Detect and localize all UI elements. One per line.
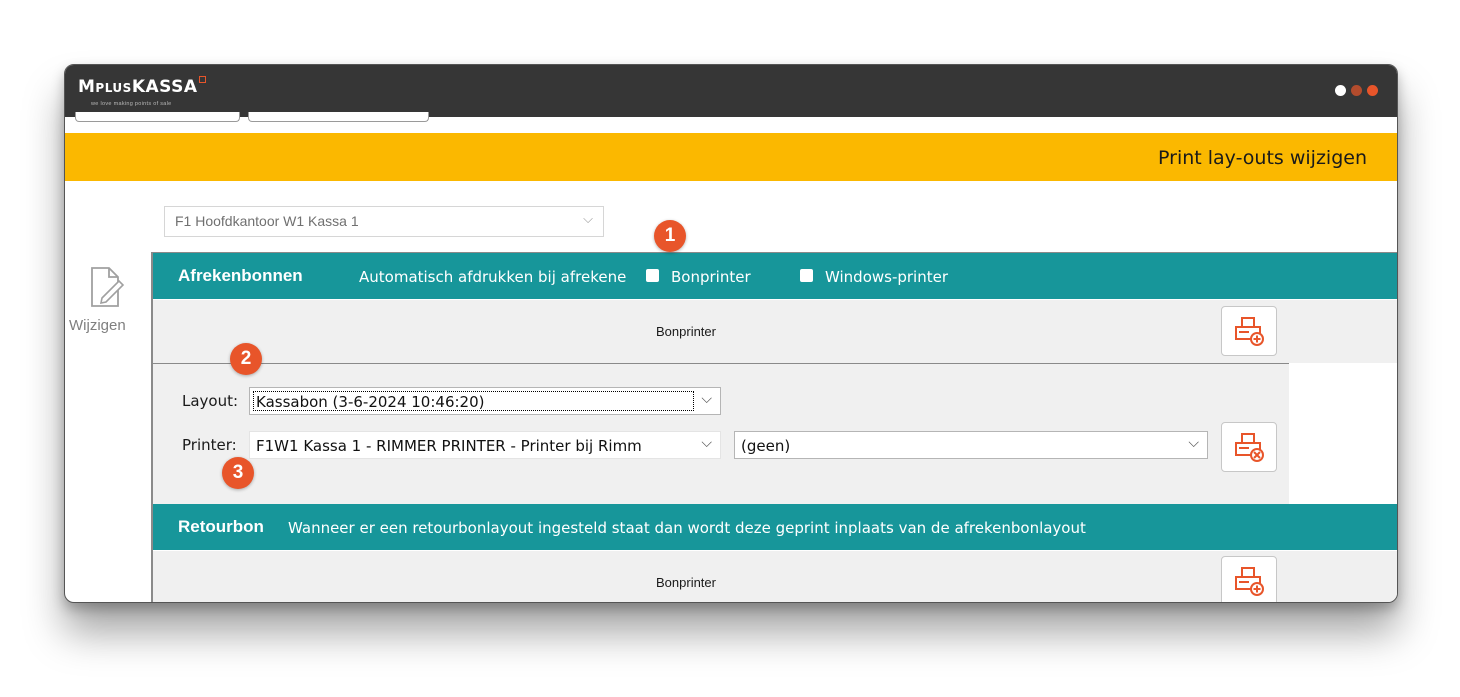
store-register-select[interactable]: F1 Hoofdkantoor W1 Kassa 1 ⌵: [164, 206, 604, 237]
page-header: Print lay-outs wijzigen: [65, 133, 1397, 181]
afrekenbonnen-title: Afrekenbonnen: [178, 266, 303, 285]
minimize-dot-icon[interactable]: [1351, 85, 1362, 96]
bonprinter-checkbox[interactable]: [646, 269, 659, 282]
retourbon-description: Wanneer er een retourbonlayout ingesteld…: [288, 519, 1086, 537]
chevron-down-icon: ⌵: [1188, 435, 1199, 451]
bonprinter-config: Layout: Kassabon (3-6-2024 10:46:20) ⌵ P…: [153, 363, 1289, 504]
page-title: Print lay-outs wijzigen: [1158, 147, 1367, 169]
menu-dot-icon[interactable]: [1335, 85, 1346, 96]
windows-printer-checkbox-label: Windows-printer: [825, 268, 949, 286]
printer-remove-icon: [1235, 433, 1264, 462]
callout-badge-3: 3: [222, 457, 254, 489]
print-layouts-panel: Afrekenbonnen Automatisch afdrukken bij …: [151, 252, 1397, 602]
retourbon-title: Retourbon: [178, 517, 264, 536]
add-printer-button[interactable]: [1221, 556, 1277, 602]
window-controls: [1335, 85, 1378, 96]
callout-badge-2: 2: [230, 343, 262, 375]
toolbar-tab-1[interactable]: [75, 112, 240, 122]
layout-select[interactable]: Kassabon (3-6-2024 10:46:20) ⌵: [249, 387, 721, 415]
app-window: MPLUSKASSA we love making points of sale…: [64, 64, 1398, 603]
edit-button-label[interactable]: Wijzigen: [69, 317, 126, 334]
afrekenbonnen-header: Afrekenbonnen Automatisch afdrukken bij …: [153, 253, 1397, 299]
retourbon-header: Retourbon Wanneer er een retourbonlayout…: [153, 504, 1397, 550]
retourbon-bonprinter-row: Bonprinter: [153, 551, 1397, 602]
auto-print-label: Automatisch afdrukken bij afrekene: [359, 268, 627, 286]
printer-add-icon: [1235, 317, 1264, 346]
bonprinter-row-label: Bonprinter: [656, 324, 716, 339]
close-dot-icon[interactable]: [1367, 85, 1378, 96]
edit-document-icon[interactable]: [89, 265, 125, 314]
app-tagline: we love making points of sale: [91, 101, 172, 107]
app-logo: MPLUSKASSA: [78, 76, 206, 97]
printer-label: Printer:: [182, 436, 237, 454]
chevron-down-icon: ⌵: [583, 211, 593, 226]
printer-value: F1W1 Kassa 1 - RIMMER PRINTER - Printer …: [256, 437, 642, 455]
store-register-value: F1 Hoofdkantoor W1 Kassa 1: [175, 213, 359, 229]
chevron-down-icon: ⌵: [701, 435, 712, 451]
remove-printer-button[interactable]: [1221, 422, 1277, 472]
printer-option-select[interactable]: (geen) ⌵: [734, 431, 1208, 459]
title-bar: MPLUSKASSA we love making points of sale: [65, 65, 1397, 117]
afrekenbonnen-bonprinter-row: Bonprinter: [153, 300, 1397, 363]
windows-printer-checkbox[interactable]: [800, 269, 813, 282]
printer-select[interactable]: F1W1 Kassa 1 - RIMMER PRINTER - Printer …: [249, 431, 721, 459]
callout-badge-1: 1: [654, 220, 686, 252]
toolbar-tab-2[interactable]: [248, 112, 429, 122]
bonprinter-row-label: Bonprinter: [656, 575, 716, 590]
add-printer-button[interactable]: [1221, 306, 1277, 356]
printer-option-value: (geen): [741, 437, 791, 455]
bonprinter-checkbox-label: Bonprinter: [671, 268, 751, 286]
focus-outline: [253, 391, 694, 411]
layout-label: Layout:: [182, 392, 239, 410]
printer-add-icon: [1235, 567, 1264, 596]
chevron-down-icon: ⌵: [701, 391, 712, 407]
